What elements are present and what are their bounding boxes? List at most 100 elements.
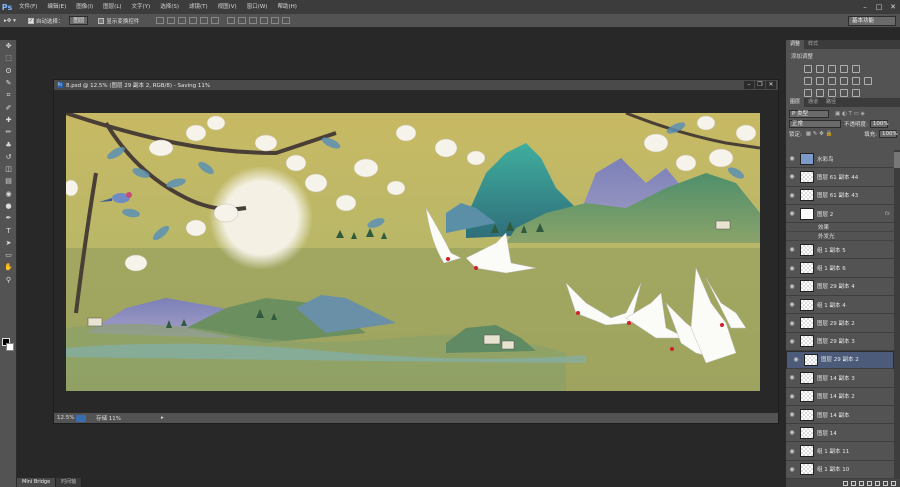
levels-icon[interactable]	[816, 65, 824, 73]
exposure-icon[interactable]	[840, 65, 848, 73]
menu-item[interactable]: 图像(I)	[71, 0, 98, 14]
color-balance-icon[interactable]	[816, 77, 824, 85]
align-right-icon[interactable]	[211, 17, 220, 24]
marquee-tool-icon[interactable]: ⬚	[0, 52, 17, 64]
layer-row[interactable]: ◉ 组 1 副本 11	[786, 442, 894, 461]
visibility-eye-icon[interactable]: ◉	[786, 155, 798, 162]
align-top-icon[interactable]	[156, 17, 165, 24]
visibility-eye-icon[interactable]: ◉	[786, 265, 798, 272]
distribute-right-icon[interactable]	[282, 17, 291, 24]
dodge-tool-icon[interactable]: ●	[0, 200, 17, 212]
tab-channels[interactable]: 通道	[804, 98, 822, 107]
hand-tool-icon[interactable]: ✋	[0, 261, 17, 273]
menu-item[interactable]: 选择(S)	[155, 0, 184, 14]
gradient-tool-icon[interactable]: ▤	[0, 175, 17, 187]
tab-styles[interactable]: 样式	[804, 40, 822, 49]
fill-input[interactable]: 100%	[879, 130, 898, 138]
invert-icon[interactable]	[804, 89, 812, 97]
visibility-eye-icon[interactable]: ◉	[786, 466, 798, 473]
filter-icons[interactable]: ▣ ◐ T ▭ ◈	[835, 111, 865, 117]
auto-select-dropdown[interactable]: 图层	[69, 16, 89, 25]
layer-row[interactable]: ◉ 图层 14	[786, 424, 894, 443]
distribute-top-icon[interactable]	[227, 17, 236, 24]
eyedropper-tool-icon[interactable]: ✐	[0, 101, 17, 113]
brush-tool-icon[interactable]: ✏	[0, 126, 17, 138]
tab-paths[interactable]: 路径	[822, 98, 840, 107]
layer-row[interactable]: ◉ 组 1 副本 6	[786, 259, 894, 278]
type-tool-icon[interactable]: T	[0, 224, 17, 236]
doc-minimize-button[interactable]: –	[744, 81, 754, 89]
lasso-tool-icon[interactable]: ʘ	[0, 65, 17, 77]
menu-item[interactable]: 文件(F)	[14, 0, 42, 14]
layer-filter-kind[interactable]: P 类型	[789, 110, 829, 118]
align-left-icon[interactable]	[189, 17, 198, 24]
close-button[interactable]: ✕	[886, 0, 900, 14]
pen-tool-icon[interactable]: ✒	[0, 212, 17, 224]
lock-icons[interactable]: ▦ ✎ ✥ 🔒	[806, 131, 833, 137]
align-bottom-icon[interactable]	[178, 17, 187, 24]
visibility-eye-icon[interactable]: ◉	[786, 301, 798, 308]
distribute-bottom-icon[interactable]	[249, 17, 258, 24]
blend-mode-dropdown[interactable]: 正常	[789, 120, 841, 128]
layer-row[interactable]: ◉ 水彩鸟	[786, 150, 894, 169]
new-group-icon[interactable]	[875, 480, 880, 486]
distribute-center-icon[interactable]	[271, 17, 280, 24]
status-menu-arrow-icon[interactable]: ▸	[161, 415, 164, 421]
posterize-icon[interactable]	[816, 89, 824, 97]
menu-item[interactable]: 编辑(E)	[42, 0, 71, 14]
layer-row[interactable]: ◉ 图层 29 副本 4	[786, 278, 894, 297]
layer-row[interactable]: ◉ 图层 29 副本 3	[786, 333, 894, 351]
visibility-eye-icon[interactable]: ◉	[786, 393, 798, 400]
menu-item[interactable]: 图层(L)	[98, 0, 126, 14]
document-titlebar[interactable]: Ps 8.psd @ 12.5% (图层 29 副本 2, RGB/8) - S…	[54, 80, 778, 90]
menu-item[interactable]: 文字(Y)	[127, 0, 156, 14]
layer-row[interactable]: ◉ 图层 61 副本 43	[786, 187, 894, 205]
photo-filter-icon[interactable]	[840, 77, 848, 85]
blur-tool-icon[interactable]: ◉	[0, 188, 17, 200]
layer-fx-badge[interactable]: fx	[885, 211, 890, 217]
vibrance-icon[interactable]	[852, 65, 860, 73]
doc-restore-button[interactable]: ❐	[755, 81, 765, 89]
add-style-icon[interactable]	[851, 480, 856, 486]
black-white-icon[interactable]	[828, 77, 836, 85]
layer-row[interactable]: ◉ 组 1 副本 4	[786, 296, 894, 315]
distribute-middle-icon[interactable]	[238, 17, 247, 24]
layer-effect-item[interactable]: 外发光	[786, 232, 894, 242]
align-middle-icon[interactable]	[167, 17, 176, 24]
maximize-button[interactable]: □	[872, 0, 886, 14]
brightness-icon[interactable]	[804, 65, 812, 73]
tab-mini-bridge[interactable]: Mini Bridge	[17, 478, 57, 487]
menu-item[interactable]: 帮助(H)	[272, 0, 301, 14]
visibility-eye-icon[interactable]: ◉	[786, 210, 798, 217]
auto-select-checkbox[interactable]: ✓ 自动选择：	[27, 17, 63, 25]
menu-item[interactable]: 滤镜(T)	[184, 0, 213, 14]
layer-row[interactable]: ◉ 组 1 副本 5	[786, 241, 894, 260]
adjustment-layer-icon[interactable]	[867, 480, 872, 486]
curves-icon[interactable]	[828, 65, 836, 73]
new-layer-icon[interactable]	[883, 480, 888, 486]
shape-tool-icon[interactable]: ▭	[0, 249, 17, 261]
layer-row[interactable]: ◉ 图层 29 副本 2	[786, 314, 894, 333]
add-mask-icon[interactable]	[859, 480, 864, 486]
layer-row[interactable]: ◉ 图层 14 副本 2	[786, 388, 894, 406]
channel-mixer-icon[interactable]	[852, 77, 860, 85]
workspace-selector[interactable]: 基本功能	[848, 16, 896, 26]
threshold-icon[interactable]	[828, 89, 836, 97]
layer-row[interactable]: ◉ 图层 2 fx	[786, 205, 894, 224]
menu-item[interactable]: 窗口(W)	[242, 0, 273, 14]
show-transform-checkbox[interactable]: 显示变换控件	[98, 17, 139, 25]
link-layers-icon[interactable]	[843, 480, 848, 486]
distribute-left-icon[interactable]	[260, 17, 269, 24]
visibility-eye-icon[interactable]: ◉	[786, 429, 798, 436]
visibility-eye-icon[interactable]: ◉	[786, 338, 798, 345]
artwork-canvas[interactable]	[66, 113, 760, 391]
clone-stamp-tool-icon[interactable]: ♣	[0, 138, 17, 150]
align-center-icon[interactable]	[200, 17, 209, 24]
visibility-eye-icon[interactable]: ◉	[786, 320, 798, 327]
selective-color-icon[interactable]	[840, 89, 848, 97]
eraser-tool-icon[interactable]: ◫	[0, 163, 17, 175]
visibility-eye-icon[interactable]: ◉	[786, 246, 798, 253]
canvas-area[interactable]	[54, 90, 778, 413]
move-tool-preset[interactable]: ▸✥ ▾	[4, 18, 16, 24]
layer-row[interactable]: ◉ 图层 14 副本	[786, 406, 894, 425]
